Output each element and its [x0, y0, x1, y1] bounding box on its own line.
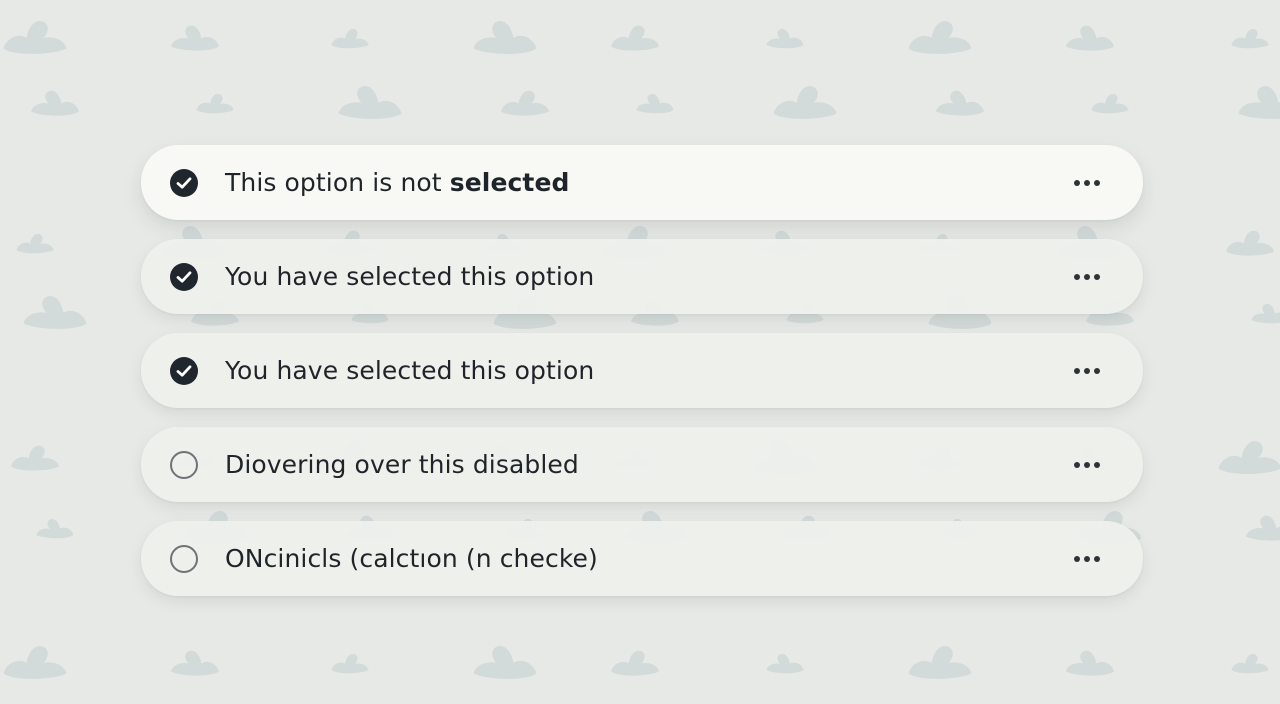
- bird-silhouette-icon: [1246, 515, 1280, 541]
- bird-silhouette-icon: [908, 21, 972, 54]
- more-dot: [1084, 461, 1090, 468]
- more-dot: [1094, 273, 1100, 280]
- bird-silhouette-icon: [1231, 653, 1269, 674]
- bird-silhouette-icon: [611, 25, 659, 51]
- bird-silhouette-icon: [766, 28, 804, 49]
- option-label-emphasis: selected: [449, 167, 570, 197]
- option-row-3[interactable]: You have selected this option: [141, 333, 1143, 408]
- bird-silhouette-icon: [3, 21, 67, 54]
- bird-silhouette-icon: [1218, 441, 1280, 474]
- bird-silhouette-icon: [908, 646, 972, 679]
- bird-silhouette-icon: [338, 86, 402, 119]
- bird-silhouette-icon: [1251, 303, 1280, 324]
- bird-silhouette-icon: [331, 653, 369, 674]
- more-dot: [1084, 273, 1090, 280]
- more-horizontal-icon: [1074, 179, 1080, 186]
- more-options-button[interactable]: [1069, 455, 1105, 475]
- more-horizontal-icon: [1074, 461, 1080, 468]
- bird-silhouette-icon: [1066, 650, 1114, 676]
- option-row-1[interactable]: This option is not selected: [141, 145, 1143, 220]
- bird-silhouette-icon: [3, 646, 67, 679]
- empty-circle-icon[interactable]: [170, 450, 198, 479]
- bird-silhouette-icon: [1091, 93, 1129, 114]
- check-circle-icon[interactable]: [170, 262, 198, 291]
- bird-silhouette-icon: [611, 650, 659, 676]
- bird-silhouette-icon: [1238, 86, 1280, 119]
- check-circle-icon[interactable]: [170, 168, 198, 197]
- more-options-button[interactable]: [1069, 549, 1105, 569]
- more-dot: [1094, 555, 1100, 562]
- option-label: Diovering over this disabled: [225, 449, 579, 479]
- bird-silhouette-icon: [501, 90, 549, 116]
- option-row-5[interactable]: ONcinicls (calctıon (n checke): [141, 521, 1143, 596]
- bird-silhouette-icon: [636, 93, 674, 114]
- option-label: This option is not selected: [225, 167, 570, 196]
- bird-silhouette-icon: [11, 445, 59, 471]
- more-dot: [1084, 179, 1090, 186]
- bird-silhouette-icon: [31, 90, 79, 116]
- more-horizontal-icon: [1074, 367, 1080, 374]
- more-dot: [1084, 367, 1090, 374]
- bird-silhouette-icon: [36, 518, 74, 539]
- options-list: This option is not selected You have sel…: [141, 145, 1143, 596]
- bird-silhouette-icon: [23, 296, 87, 329]
- option-label-text: This option is not: [225, 167, 442, 197]
- more-options-button[interactable]: [1069, 173, 1105, 193]
- bird-silhouette-icon: [1226, 230, 1274, 256]
- more-options-button[interactable]: [1069, 267, 1105, 287]
- bird-silhouette-icon: [766, 653, 804, 674]
- bird-silhouette-icon: [473, 21, 537, 54]
- bird-silhouette-icon: [936, 90, 984, 116]
- check-circle-icon[interactable]: [170, 356, 198, 385]
- bird-silhouette-icon: [473, 646, 537, 679]
- option-label: You have selected this option: [225, 261, 595, 291]
- option-row-4[interactable]: Diovering over this disabled: [141, 427, 1143, 502]
- option-row-2[interactable]: You have selected this option: [141, 239, 1143, 314]
- option-label: ONcinicls (calctıon (n checke): [225, 543, 598, 573]
- bird-silhouette-icon: [171, 25, 219, 51]
- more-dot: [1094, 367, 1100, 374]
- bird-silhouette-icon: [16, 233, 54, 254]
- bird-silhouette-icon: [773, 86, 837, 119]
- bird-silhouette-icon: [1066, 25, 1114, 51]
- more-horizontal-icon: [1074, 555, 1080, 562]
- more-dot: [1094, 461, 1100, 468]
- bird-silhouette-icon: [331, 28, 369, 49]
- option-label: You have selected this option: [225, 355, 595, 385]
- bird-silhouette-icon: [1231, 28, 1269, 49]
- more-dot: [1084, 555, 1090, 562]
- more-dot: [1094, 179, 1100, 186]
- bird-silhouette-icon: [171, 650, 219, 676]
- bird-silhouette-icon: [196, 93, 234, 114]
- more-options-button[interactable]: [1069, 361, 1105, 381]
- empty-circle-icon[interactable]: [170, 544, 198, 573]
- more-horizontal-icon: [1074, 273, 1080, 280]
